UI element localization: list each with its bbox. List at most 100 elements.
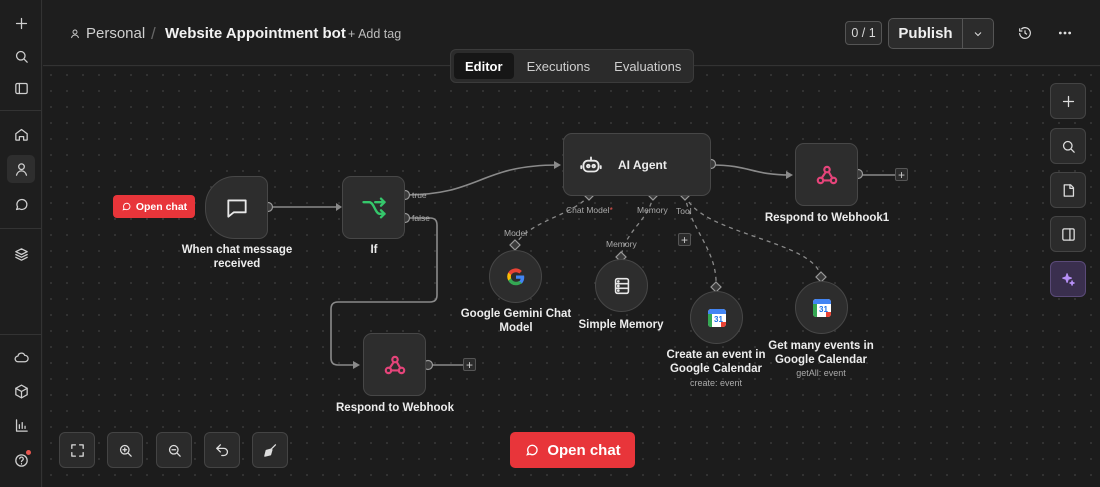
chat-icon (122, 202, 131, 211)
node-respond-webhook[interactable] (363, 333, 426, 396)
tab-evaluations[interactable]: Evaluations (603, 53, 692, 79)
node-if-label: If (370, 244, 378, 256)
node-respond-webhook1[interactable] (795, 143, 858, 206)
add-node-after-respond-button[interactable]: + (463, 358, 476, 371)
help-icon[interactable] (7, 446, 35, 474)
tab-executions[interactable]: Executions (516, 53, 602, 79)
node-get-events-label: Get many events in Google Calendar (768, 340, 874, 366)
gemini-model-port-label: Model (504, 228, 528, 238)
node-ai-agent[interactable]: AI Agent (563, 133, 711, 196)
sidebar-toggle-icon[interactable] (7, 74, 35, 102)
zoom-out-icon (168, 444, 181, 457)
search-icon[interactable] (7, 42, 35, 70)
add-tool-button[interactable]: + (678, 233, 691, 246)
google-calendar-icon: 31 (707, 308, 726, 327)
more-horizontal-icon (1058, 31, 1072, 35)
node-respond-webhook-label: Respond to Webhook (336, 402, 454, 414)
bar-chart-icon[interactable] (7, 411, 35, 439)
view-tabs: Editor Executions Evaluations (450, 49, 694, 83)
history-icon (1019, 27, 1031, 39)
note-icon (1063, 183, 1074, 197)
if-branch-icon (361, 197, 386, 218)
toggle-panel-button[interactable] (1050, 216, 1086, 252)
node-create-event-sub: create: event (689, 378, 743, 388)
add-tag-button[interactable]: + Add tag (348, 27, 401, 41)
node-google-gemini[interactable] (489, 250, 542, 303)
publish-button-group: Publish (888, 18, 994, 49)
plus-icon[interactable] (7, 9, 35, 37)
rail-divider (0, 228, 42, 229)
agent-memory-port-label: Memory (637, 205, 668, 215)
search-icon (1062, 140, 1075, 153)
node-get-events[interactable]: 31 (795, 281, 848, 334)
node-create-event[interactable]: 31 (690, 291, 743, 344)
layers-icon[interactable] (7, 240, 35, 268)
rail-divider (0, 110, 42, 111)
open-chat-button-label: Open chat (547, 441, 621, 459)
ai-assistant-button[interactable] (1050, 261, 1086, 297)
broom-icon (263, 443, 276, 457)
add-node-after-respond1-button[interactable]: + (895, 168, 908, 181)
memory-port-label: Memory (606, 239, 637, 249)
workflow-canvas[interactable] (43, 67, 1100, 487)
breadcrumb-personal[interactable]: Personal (69, 25, 145, 42)
publish-button[interactable]: Publish (889, 19, 963, 48)
breadcrumb-personal-label: Personal (86, 25, 146, 42)
fullscreen-icon (70, 443, 84, 457)
history-button[interactable] (1015, 23, 1035, 43)
zoom-out-button[interactable] (156, 432, 192, 468)
home-icon[interactable] (7, 120, 35, 148)
node-respond-webhook1-label: Respond to Webhook1 (764, 212, 890, 224)
cube-icon[interactable] (7, 377, 35, 405)
zoom-in-button[interactable] (107, 432, 143, 468)
open-chat-button[interactable]: Open chat (510, 432, 635, 468)
node-simple-memory-label: Simple Memory (578, 319, 664, 331)
panel-right-icon (1061, 227, 1075, 241)
node-google-gemini-label: Google Gemini Chat Model (460, 308, 572, 334)
node-ai-agent-label: AI Agent (618, 157, 667, 172)
notification-dot (26, 450, 31, 455)
zoom-in-icon (119, 444, 132, 457)
publish-options-button[interactable] (963, 19, 993, 48)
agent-chat-model-port-label: Chat Model* (566, 205, 613, 215)
undo-button[interactable] (204, 432, 240, 468)
if-false-port-label: false (412, 213, 430, 223)
chat-icon[interactable] (7, 190, 35, 218)
tidy-up-button[interactable] (252, 432, 288, 468)
chevron-down-icon (974, 31, 982, 36)
if-true-port-label: true (412, 190, 427, 200)
node-create-event-label: Create an event in Google Calendar (666, 349, 766, 375)
agent-tool-port-label: Tool (676, 206, 692, 216)
webhook-icon (384, 355, 405, 374)
search-nodes-button[interactable] (1050, 128, 1086, 164)
open-chat-chip-label: Open chat (135, 200, 188, 213)
open-chat-chip[interactable]: Open chat (113, 195, 195, 218)
tab-editor[interactable]: Editor (454, 53, 514, 79)
sparkle-icon (1061, 272, 1075, 286)
google-icon (506, 267, 524, 285)
version-counter: 0 / 1 (845, 21, 882, 45)
webhook-icon (816, 165, 837, 184)
user-icon (71, 29, 79, 38)
add-node-button[interactable] (1050, 83, 1086, 119)
workflow-title[interactable]: Website Appointment bot (165, 25, 346, 42)
user-icon[interactable] (7, 155, 35, 183)
node-if[interactable] (342, 176, 405, 239)
sticky-note-button[interactable] (1050, 172, 1086, 208)
chat-icon (526, 444, 538, 456)
fit-view-button[interactable] (59, 432, 95, 468)
node-simple-memory[interactable] (595, 259, 648, 312)
node-get-events-sub: getAll: event (796, 368, 846, 378)
robot-icon (580, 155, 602, 172)
more-options-button[interactable] (1055, 23, 1075, 43)
database-icon (614, 277, 629, 294)
undo-icon (215, 443, 228, 456)
chat-message-icon (226, 198, 247, 218)
cloud-icon[interactable] (7, 343, 35, 371)
breadcrumb-separator: / (151, 24, 156, 43)
left-rail (0, 0, 42, 487)
node-chat-trigger-label: When chat message received (181, 244, 293, 270)
rail-divider (0, 334, 42, 335)
plus-icon (1062, 95, 1074, 107)
node-chat-trigger[interactable] (205, 176, 268, 239)
